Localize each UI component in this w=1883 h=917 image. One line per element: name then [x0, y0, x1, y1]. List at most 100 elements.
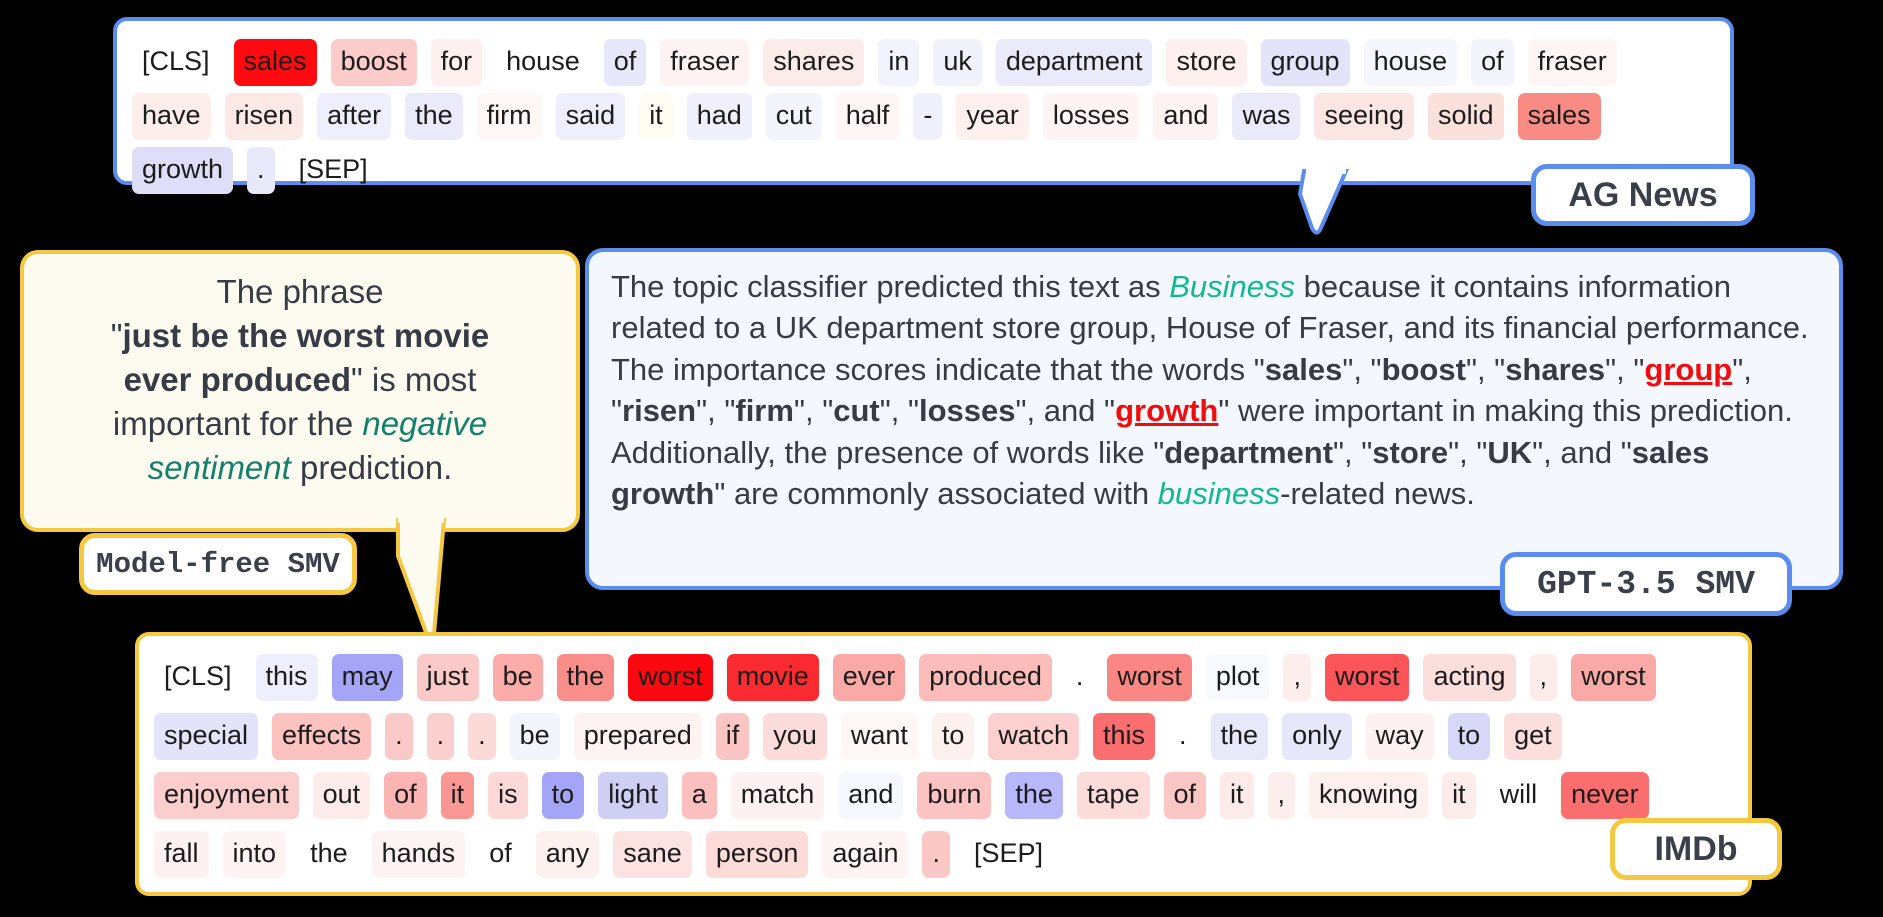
- token: [CLS]: [142, 45, 210, 76]
- token: uk: [933, 38, 982, 86]
- token: into: [222, 831, 287, 878]
- token-row: [CLS] sales boost for house of fraser shares in u…: [125, 35, 1722, 89]
- agnews-bubble-tail: [1297, 168, 1350, 235]
- token: sales: [1517, 92, 1601, 140]
- token: fraser: [660, 38, 750, 86]
- token: knowing: [1309, 772, 1429, 819]
- agnews-token-panel: [CLS] sales boost for house of fraser shares in u…: [113, 17, 1734, 194]
- token: growth: [132, 146, 234, 194]
- token: the: [300, 831, 358, 878]
- token: .: [385, 713, 413, 760]
- token: will: [1489, 772, 1548, 819]
- token: a: [681, 772, 717, 819]
- token: solid: [1428, 92, 1504, 140]
- token: the: [1210, 713, 1269, 760]
- mf-line1: The phrase: [216, 273, 384, 310]
- token: ,: [1529, 654, 1558, 701]
- model-free-bubble-tail: [396, 516, 447, 641]
- mf-line3: important for the: [112, 404, 363, 442]
- token: only: [1282, 713, 1352, 760]
- token: was: [1232, 92, 1301, 140]
- token: [CLS]: [164, 661, 232, 691]
- token: of: [1471, 38, 1514, 86]
- token: out: [312, 772, 371, 819]
- token: in: [878, 38, 920, 86]
- token: .: [1169, 713, 1197, 760]
- token: may: [331, 654, 403, 701]
- token: house: [1363, 38, 1458, 86]
- token: you: [763, 713, 827, 760]
- token: said: [555, 92, 626, 140]
- token: hands: [371, 831, 466, 878]
- imdb-dataset-badge: IMDb: [1610, 818, 1782, 880]
- token: want: [840, 713, 918, 760]
- token: .: [922, 831, 950, 878]
- token-row: have risen after the firm said it had cut half - ye…: [125, 89, 1722, 143]
- token: the: [1005, 772, 1063, 819]
- token: tape: [1076, 772, 1150, 819]
- token: is: [488, 772, 528, 819]
- mf-highlight-line2: ever produced: [123, 360, 351, 398]
- token: after: [317, 92, 392, 140]
- gpt-seg-4: are commonly associated with: [725, 475, 1158, 511]
- token: ,: [1283, 654, 1311, 701]
- mf-emph-sentiment: sentiment: [147, 448, 291, 486]
- gpt-word-growth: growth: [1115, 393, 1219, 429]
- gpt-seg-1: The topic classifier predicted this text…: [611, 269, 1170, 304]
- token: group: [1260, 38, 1350, 86]
- token: way: [1365, 713, 1434, 760]
- token: worst: [628, 654, 713, 701]
- gpt-word-store: store: [1372, 434, 1449, 470]
- token: prepared: [573, 713, 702, 760]
- gpt35-smv-badge-label: GPT-3.5 SMV: [1537, 565, 1755, 603]
- token: of: [384, 772, 427, 819]
- token: year: [956, 92, 1029, 140]
- token: ,: [1267, 772, 1296, 819]
- gpt-word-department: department: [1164, 434, 1334, 470]
- token: enjoyment: [154, 772, 299, 819]
- gpt-word-sales: sales: [1264, 351, 1343, 387]
- token-row: [CLS] this may just be the worst movie ever produ…: [147, 648, 1740, 707]
- token: seeing: [1314, 92, 1415, 140]
- model-free-smv-text: The phrase "just be the worst movie ever…: [24, 254, 576, 505]
- token: for: [430, 38, 483, 86]
- token: effects: [272, 713, 372, 760]
- token: worst: [1107, 654, 1192, 701]
- token: [SEP]: [973, 838, 1044, 868]
- token: just: [416, 654, 479, 701]
- token: had: [686, 92, 752, 140]
- token: it: [440, 772, 475, 819]
- token-row: fall into the hands of any sane person again. [SE…: [147, 825, 1740, 884]
- token: to: [931, 713, 975, 760]
- mf-emph-negative: negative: [362, 404, 488, 442]
- gpt-word-firm: firm: [735, 393, 794, 429]
- gpt-word-group: group: [1644, 351, 1733, 387]
- token: it: [1220, 772, 1254, 819]
- token: -: [913, 92, 943, 140]
- token: to: [1447, 713, 1491, 760]
- token: movie: [726, 654, 819, 701]
- imdb-dataset-label: IMDb: [1654, 829, 1738, 868]
- token: of: [479, 831, 522, 878]
- gpt-word-uk: UK: [1487, 434, 1533, 470]
- token: this: [255, 654, 318, 701]
- gpt-predicted-label: Business: [1169, 269, 1296, 304]
- token: house: [496, 38, 590, 86]
- token-row: enjoyment out of it is to light a match and burn th…: [147, 766, 1740, 825]
- token: and: [1153, 92, 1219, 140]
- token: fraser: [1527, 38, 1617, 86]
- token: light: [598, 772, 668, 819]
- token: cut: [765, 92, 822, 140]
- token: [SEP]: [298, 153, 368, 184]
- token: department: [995, 38, 1153, 86]
- token: it: [639, 92, 673, 140]
- token: sane: [613, 831, 692, 878]
- token: .: [1065, 654, 1094, 701]
- mf-quote-open: ": [110, 316, 123, 354]
- model-free-smv-badge-label: Model-free SMV: [96, 547, 340, 581]
- token: be: [492, 654, 543, 701]
- model-free-smv-badge: Model-free SMV: [79, 533, 357, 595]
- token: fall: [154, 831, 209, 878]
- token: .: [468, 713, 496, 760]
- gpt35-smv-badge: GPT-3.5 SMV: [1500, 552, 1792, 616]
